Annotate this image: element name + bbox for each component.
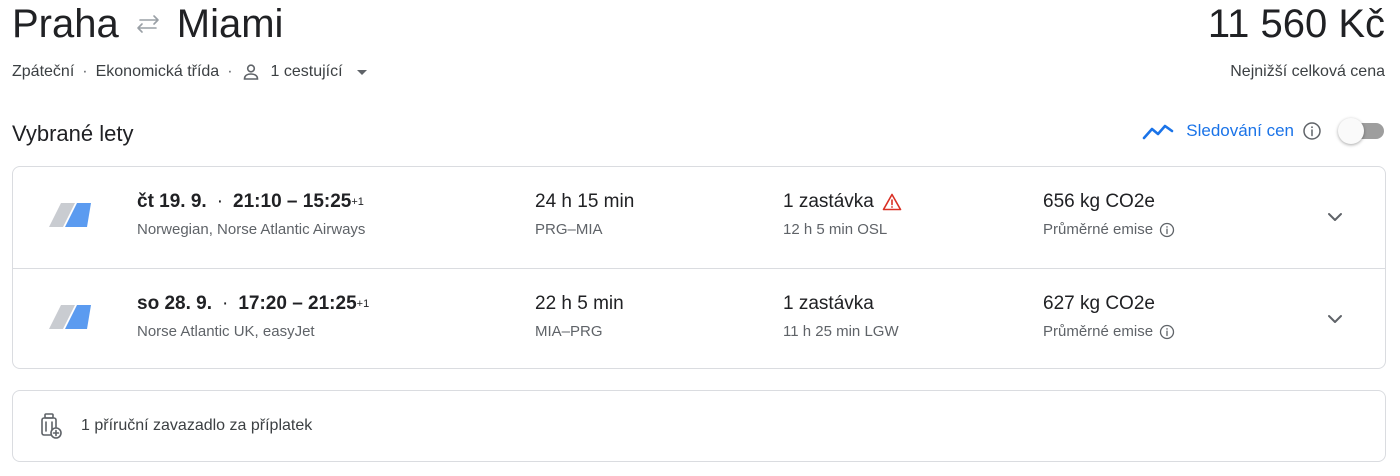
emissions-label: Průměrné emise [1043,221,1154,238]
chevron-down-icon [1328,315,1342,323]
origin-city: Praha [12,2,119,46]
emissions-label-line: Průměrné emise [1043,220,1175,240]
info-icon[interactable] [1159,222,1175,238]
section-title: Vybrané lety [12,121,134,146]
flight-route: MIA–PRG [535,323,603,340]
flight-date: so 28. 9. [137,293,212,314]
flight-route: PRG–MIA [535,221,603,238]
info-icon[interactable] [1302,121,1322,141]
flight-duration: 24 h 15 min [535,191,635,212]
flight-datetime: so 28. 9. · 17:20 – 21:25 +1 [137,291,369,317]
carry-on-bag-icon [39,412,63,440]
toggle-knob [1338,118,1364,144]
separator-dot: · [82,63,88,80]
emissions-column: 627 kg CO2e Průměrné emise [1043,291,1175,342]
trip-type: Zpáteční [12,63,75,80]
baggage-info-card: 1 příruční zavazadlo za příplatek [12,390,1386,462]
price-caption: Nejnižší celková cena [1230,63,1385,80]
flight-summary-page: Praha Miami 11 560 Kč Nejnižší celková c… [0,0,1400,476]
separator-dot: · [227,63,233,80]
total-price: 11 560 Kč [1207,2,1385,46]
airline-names: Norse Atlantic UK, easyJet [137,323,315,340]
emissions-label-line: Průměrné emise [1043,322,1175,342]
expand-flight-button[interactable] [1321,305,1349,333]
destination-city: Miami [176,2,284,46]
stops-line: 1 zastávka [783,189,902,215]
flight-datetime: čt 19. 9. · 21:10 – 15:25 +1 [137,189,365,215]
price-tracking-toggle[interactable] [1338,118,1386,144]
stops-count: 1 zastávka [783,191,874,212]
warning-icon[interactable] [882,192,902,212]
stops-line: 1 zastávka [783,291,899,317]
price-tracking-label[interactable]: Sledování cen [1186,121,1294,141]
flight-duration: 22 h 5 min [535,293,624,314]
flight-date: čt 19. 9. [137,191,207,212]
layover-info: 11 h 25 min LGW [783,323,899,340]
duration-column: 24 h 15 min PRG–MIA [535,189,634,240]
emissions-column: 656 kg CO2e Průměrné emise [1043,189,1175,240]
route-title: Praha Miami [12,2,283,46]
trip-options: Zpáteční · Ekonomická třída · 1 cestujíc… [12,62,369,82]
flight-row[interactable]: so 28. 9. · 17:20 – 21:25 +1 Norse Atlan… [13,268,1385,368]
flight-times-column: so 28. 9. · 17:20 – 21:25 +1 Norse Atlan… [137,291,369,342]
price-trend-icon [1142,118,1174,144]
stops-count: 1 zastávka [783,293,874,314]
info-icon[interactable] [1159,324,1175,340]
airline-logo-icon [47,302,93,332]
duration-column: 22 h 5 min MIA–PRG [535,291,624,342]
stops-column: 1 zastávka 11 h 25 min LGW [783,291,899,342]
cabin-class: Ekonomická třída [95,63,220,80]
airline-names: Norwegian, Norse Atlantic Airways [137,221,366,238]
expand-flight-button[interactable] [1321,203,1349,231]
emissions-value: 627 kg CO2e [1043,293,1155,314]
flight-times: 17:20 – 21:25 [238,293,357,314]
flight-times: 21:10 – 15:25 [233,191,352,212]
flight-times-column: čt 19. 9. · 21:10 – 15:25 +1 Norwegian, … [137,189,365,240]
emissions-label: Průměrné emise [1043,323,1154,340]
person-icon [241,62,261,82]
layover-info: 12 h 5 min OSL [783,221,888,238]
swap-arrows-icon [133,13,163,35]
airline-logo-icon [47,200,93,230]
price-tracking: Sledování cen [1142,118,1386,144]
chevron-down-icon [1328,213,1342,221]
flight-row[interactable]: čt 19. 9. · 21:10 – 15:25 +1 Norwegian, … [13,167,1385,268]
caret-down-icon [355,65,369,79]
passengers-count: 1 cestující [270,63,343,80]
passengers-dropdown[interactable]: 1 cestující [241,62,369,82]
stops-column: 1 zastávka 12 h 5 min OSL [783,189,902,240]
baggage-text: 1 příruční zavazadlo za příplatek [81,417,313,434]
emissions-value: 656 kg CO2e [1043,191,1155,212]
selected-flights-card: čt 19. 9. · 21:10 – 15:25 +1 Norwegian, … [12,166,1386,369]
